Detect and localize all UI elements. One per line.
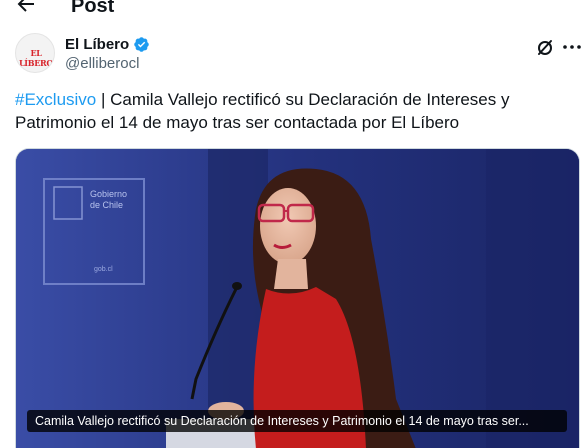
tweet-text: #Exclusivo | Camila Vallejo rectificó su… xyxy=(15,88,575,134)
back-arrow-icon xyxy=(17,0,34,12)
avatar[interactable]: EL LÍBERO xyxy=(15,33,55,73)
sign-url: gob.cl xyxy=(94,266,113,273)
more-icon xyxy=(563,45,581,49)
back-button[interactable] xyxy=(14,0,38,16)
media-caption: Camila Vallejo rectificó su Declaración … xyxy=(27,410,567,432)
grok-button[interactable] xyxy=(534,36,556,58)
author-name-row: El Líbero xyxy=(65,35,150,53)
top-bar: Post xyxy=(0,0,587,22)
media-photo: Gobierno de Chile gob.cl xyxy=(16,149,579,448)
sign-text-line1: Gobierno xyxy=(90,189,127,199)
grok-icon xyxy=(538,40,552,55)
sign-text-line2: de Chile xyxy=(90,200,123,210)
tweet-header: EL LÍBERO El Líbero @elliberocl xyxy=(15,33,583,75)
more-options-button[interactable] xyxy=(561,36,583,58)
face xyxy=(260,188,316,264)
page-title: Post xyxy=(71,0,115,17)
author-handle[interactable]: @elliberocl xyxy=(65,55,139,72)
author-name[interactable]: El Líbero xyxy=(65,36,129,53)
hashtag-link[interactable]: #Exclusivo xyxy=(15,90,96,109)
verified-badge-icon xyxy=(134,36,149,52)
avatar-logo: EL LÍBERO xyxy=(18,48,54,68)
tweet-media[interactable]: Gobierno de Chile gob.cl xyxy=(15,148,580,448)
